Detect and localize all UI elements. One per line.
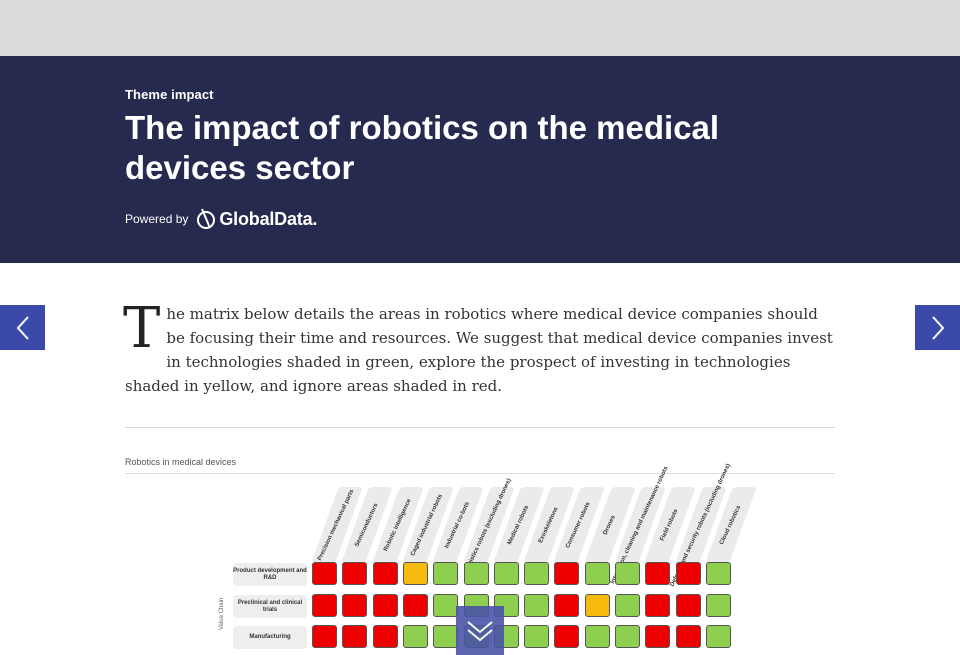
matrix-cell-red	[554, 625, 580, 648]
matrix-column-label: Medical robots	[506, 504, 531, 546]
intro-paragraph: The matrix below details the areas in ro…	[123, 296, 837, 398]
matrix-cell-red	[342, 562, 368, 585]
matrix-cell-red	[554, 562, 580, 585]
matrix-cell-green	[524, 625, 550, 648]
matrix-column-label: Field robots	[659, 507, 680, 542]
matrix-cell-green	[433, 594, 459, 617]
matrix-cell-green	[615, 594, 640, 617]
matrix-cell-green	[584, 562, 610, 585]
matrix-cell-red	[675, 562, 701, 585]
chevron-right-icon	[931, 315, 944, 340]
next-button[interactable]	[915, 305, 960, 350]
top-bar	[0, 0, 960, 56]
matrix-cell-green	[493, 562, 519, 585]
matrix-column-label: Industrial co-bots	[444, 500, 472, 549]
matrix-row-header: Preclinical and clinical trials	[233, 595, 307, 618]
matrix-row-header: Manufacturing	[233, 626, 307, 649]
matrix-cell-red	[675, 625, 701, 648]
theme-label: Theme impact	[125, 87, 214, 102]
intro-text: he matrix below details the areas in rob…	[125, 305, 833, 395]
matrix-cell-green	[584, 625, 610, 648]
matrix-cell-red	[372, 562, 398, 585]
matrix-cell-red	[312, 594, 337, 617]
matrix-column-label: Consumer robots	[565, 500, 593, 549]
matrix-cell-red	[312, 625, 337, 648]
matrix-cell-red	[675, 594, 701, 617]
chevron-left-icon	[16, 315, 29, 340]
matrix-cell-yellow	[584, 594, 610, 617]
matrix-cell-green	[615, 625, 640, 648]
previous-button[interactable]	[0, 305, 45, 350]
hero-banner: Theme impact The impact of robotics on t…	[0, 56, 960, 263]
matrix-cell-green	[524, 594, 550, 617]
matrix-cell-red	[645, 625, 671, 648]
matrix-cell-yellow	[402, 562, 428, 585]
matrix-cell-green	[433, 625, 459, 648]
matrix-cell-green	[463, 562, 489, 585]
matrix-cell-red	[554, 594, 580, 617]
scroll-down-button[interactable]	[456, 606, 504, 655]
globaldata-logo[interactable]: GlobalData.	[196, 208, 317, 230]
matrix-cell-green	[402, 625, 428, 648]
matrix-cell-green	[433, 562, 459, 585]
matrix-column-label: Exoskeletons	[537, 505, 560, 544]
page-title: The impact of robotics on the medical de…	[125, 109, 720, 186]
matrix-cell-red	[312, 562, 337, 585]
matrix-row-header: Product development and R&D	[233, 563, 307, 586]
matrix-cell-red	[372, 594, 398, 617]
matrix-cell-red	[342, 625, 368, 648]
matrix-cell-red	[372, 625, 398, 648]
globaldata-logo-icon	[197, 208, 216, 229]
matrix-cell-red	[645, 562, 671, 585]
figure-title: Robotics in medical devices	[125, 457, 237, 467]
brand-name: GlobalData.	[219, 208, 318, 229]
matrix-cell-green	[705, 562, 731, 585]
matrix-cell-red	[402, 594, 428, 617]
matrix-column-label: Drones	[602, 514, 617, 536]
drop-cap: T	[123, 296, 161, 361]
section-divider	[125, 427, 835, 428]
powered-by: Powered by GlobalData.	[125, 208, 317, 230]
matrix-cell-green	[615, 562, 640, 585]
matrix-cell-red	[342, 594, 368, 617]
double-chevron-down-icon	[467, 620, 493, 641]
matrix-column-label: Cloud robotics	[718, 504, 743, 546]
matrix-cell-green	[705, 625, 731, 648]
powered-by-label: Powered by	[125, 212, 189, 226]
matrix-cell-green	[705, 594, 731, 617]
matrix-cell-green	[524, 562, 550, 585]
matrix-cell-red	[645, 594, 671, 617]
matrix-column-label: Semiconductors	[354, 502, 380, 548]
value-chain-label: Value Chain	[219, 597, 225, 630]
